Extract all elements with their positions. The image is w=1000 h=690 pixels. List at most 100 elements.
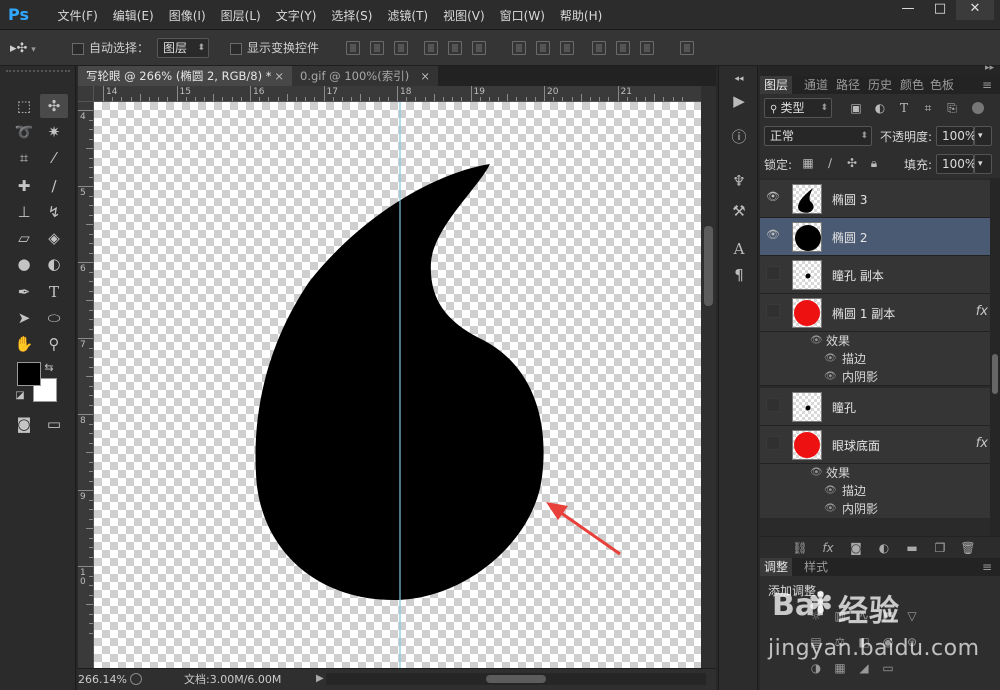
marquee-tool-icon[interactable]: ⬚ (10, 94, 38, 118)
fill-input[interactable]: 100% (936, 154, 976, 174)
status-info-icon[interactable] (130, 673, 142, 685)
distribute-left-icon[interactable] (592, 41, 606, 55)
effect-stroke-row[interactable]: 👁︎ 描边 (760, 350, 1000, 368)
fx-icon[interactable]: fx (976, 436, 988, 451)
crop-tool-icon[interactable]: ⌗ (10, 146, 38, 170)
menu-filter[interactable]: 滤镜(T) (380, 0, 436, 30)
menu-help[interactable]: 帮助(H) (552, 0, 609, 30)
ellipse-tool-icon[interactable]: ⬭ (40, 306, 68, 330)
minimize-button[interactable]: — (892, 0, 924, 20)
panel-grip[interactable] (6, 70, 70, 76)
layer-row-selected[interactable]: 👁︎ 椭圆 2 (760, 218, 1000, 256)
add-style-icon[interactable]: fx (820, 540, 836, 556)
zoom-level[interactable]: 266.14% (78, 672, 127, 688)
menu-view[interactable]: 视图(V) (436, 0, 493, 30)
info-panel-icon[interactable]: ⓘ (727, 126, 751, 148)
paragraph-panel-icon[interactable]: ¶ (727, 264, 751, 286)
effect-inner-shadow-row[interactable]: 👁︎ 内阴影 (760, 500, 1000, 518)
magic-wand-icon[interactable]: ✷ (40, 120, 68, 144)
layer-name[interactable]: 椭圆 1 副本 (832, 305, 895, 322)
actions-play-icon[interactable]: ▶ (727, 90, 751, 112)
horizontal-ruler[interactable]: 14 15 16 17 18 19 20 21 (94, 86, 701, 102)
fill-slider-toggle[interactable]: ▾ (974, 154, 992, 174)
distribute-hcenter-icon[interactable] (616, 41, 630, 55)
lock-all-icon[interactable]: 🔒︎ (866, 155, 882, 171)
vertical-scrollbar[interactable] (701, 86, 716, 668)
effects-row[interactable]: 👁︎ 效果 (760, 464, 1000, 482)
lasso-tool-icon[interactable]: ➰ (10, 120, 38, 144)
path-selection-icon[interactable]: ➤ (10, 306, 38, 330)
show-transform-checkbox[interactable]: 显示变换控件 (230, 38, 319, 58)
distribute-bottom-icon[interactable] (560, 41, 574, 55)
horizontal-scrollbar[interactable] (326, 673, 706, 685)
menu-layer[interactable]: 图层(L) (213, 0, 268, 30)
panel-menu-icon[interactable]: ≡ (982, 558, 992, 576)
lock-position-icon[interactable]: ✣ (844, 155, 860, 171)
close-icon[interactable]: × (420, 66, 430, 86)
filter-pixel-icon[interactable]: ▣ (848, 100, 864, 116)
foreground-color-swatch[interactable] (17, 362, 41, 386)
screen-mode-icon[interactable]: ▭ (40, 412, 68, 436)
align-top-icon[interactable] (346, 41, 360, 55)
eye-icon[interactable]: 👁︎ (824, 368, 837, 386)
effect-inner-shadow-row[interactable]: 👁︎ 内阴影 (760, 368, 1000, 386)
menu-file[interactable]: 文件(F) (50, 0, 105, 30)
eyedropper-icon[interactable]: ⁄ (40, 146, 68, 170)
layer-name[interactable]: 眼球底面 (832, 437, 880, 454)
visibility-eye-icon[interactable]: 👁︎ (766, 190, 780, 204)
history-brush-icon[interactable]: ↯ (40, 200, 68, 224)
visibility-toggle[interactable] (766, 304, 780, 318)
eye-icon[interactable]: 👁︎ (824, 500, 837, 518)
visibility-eye-icon[interactable]: 👁︎ (766, 228, 780, 242)
clone-stamp-icon[interactable]: ⊥ (10, 200, 38, 224)
layer-name[interactable]: 椭圆 3 (832, 191, 867, 208)
close-icon[interactable]: × (274, 66, 284, 86)
auto-align-icon[interactable] (680, 41, 694, 55)
scroll-thumb[interactable] (486, 675, 546, 683)
layers-scrollbar[interactable] (990, 178, 1000, 536)
eye-icon[interactable]: 👁︎ (824, 350, 837, 368)
distribute-right-icon[interactable] (640, 41, 654, 55)
scroll-thumb[interactable] (992, 354, 998, 394)
layer-name[interactable]: 瞳孔 副本 (832, 267, 884, 284)
layer-row[interactable]: 瞳孔 (760, 388, 1000, 426)
type-tool-icon[interactable]: T (40, 280, 68, 304)
move-tool-preset[interactable]: ▸✣ ▾ (10, 38, 36, 58)
align-right-icon[interactable] (472, 41, 486, 55)
opacity-input[interactable]: 100% (936, 126, 976, 146)
brush-presets-icon[interactable]: ♆ (727, 170, 751, 192)
effect-stroke-row[interactable]: 👁︎ 描边 (760, 482, 1000, 500)
menu-image[interactable]: 图像(I) (161, 0, 213, 30)
layer-row[interactable]: 👁︎ 椭圆 3 (760, 180, 1000, 218)
add-mask-icon[interactable]: ◙ (848, 540, 864, 556)
vertical-ruler[interactable]: 4 5 6 7 8 9 10 (78, 102, 94, 668)
visibility-toggle[interactable] (766, 266, 780, 280)
panel-menu-icon[interactable]: ≡ (982, 76, 992, 94)
tab-styles[interactable]: 样式 (804, 558, 828, 576)
align-bottom-icon[interactable] (394, 41, 408, 55)
tab-channels[interactable]: 通道 (804, 76, 828, 94)
filter-shape-icon[interactable]: ⌗ (920, 100, 936, 116)
trash-icon[interactable]: 🗑︎ (960, 540, 976, 556)
lock-transparency-icon[interactable]: ▦ (800, 155, 816, 171)
new-group-icon[interactable]: ▬ (904, 540, 920, 556)
tab-swatches[interactable]: 色板 (930, 76, 954, 94)
eye-icon[interactable]: 👁︎ (810, 332, 823, 350)
restore-button[interactable]: □ (924, 0, 956, 20)
document-canvas[interactable] (94, 102, 701, 668)
quick-mask-icon[interactable]: ◙ (10, 412, 38, 436)
swap-colors-icon[interactable]: ⇆ (40, 356, 58, 380)
collapse-icon[interactable]: ▸▸ (985, 63, 994, 73)
scroll-thumb[interactable] (704, 226, 713, 306)
tab-document-gif[interactable]: 0.gif @ 100%(索引) × (292, 66, 438, 86)
menu-window[interactable]: 窗口(W) (492, 0, 552, 30)
layer-row[interactable]: 瞳孔 副本 (760, 256, 1000, 294)
tab-color[interactable]: 颜色 (900, 76, 924, 94)
layer-name[interactable]: 瞳孔 (832, 399, 856, 416)
layer-name[interactable]: 椭圆 2 (832, 229, 867, 246)
healing-brush-icon[interactable]: ✚ (10, 174, 38, 198)
hand-tool-icon[interactable]: ✋ (10, 332, 38, 356)
auto-select-checkbox[interactable]: 自动选择： (72, 38, 149, 58)
character-panel-icon[interactable]: A (727, 238, 751, 260)
status-menu-arrow-icon[interactable]: ▶ (316, 673, 324, 684)
